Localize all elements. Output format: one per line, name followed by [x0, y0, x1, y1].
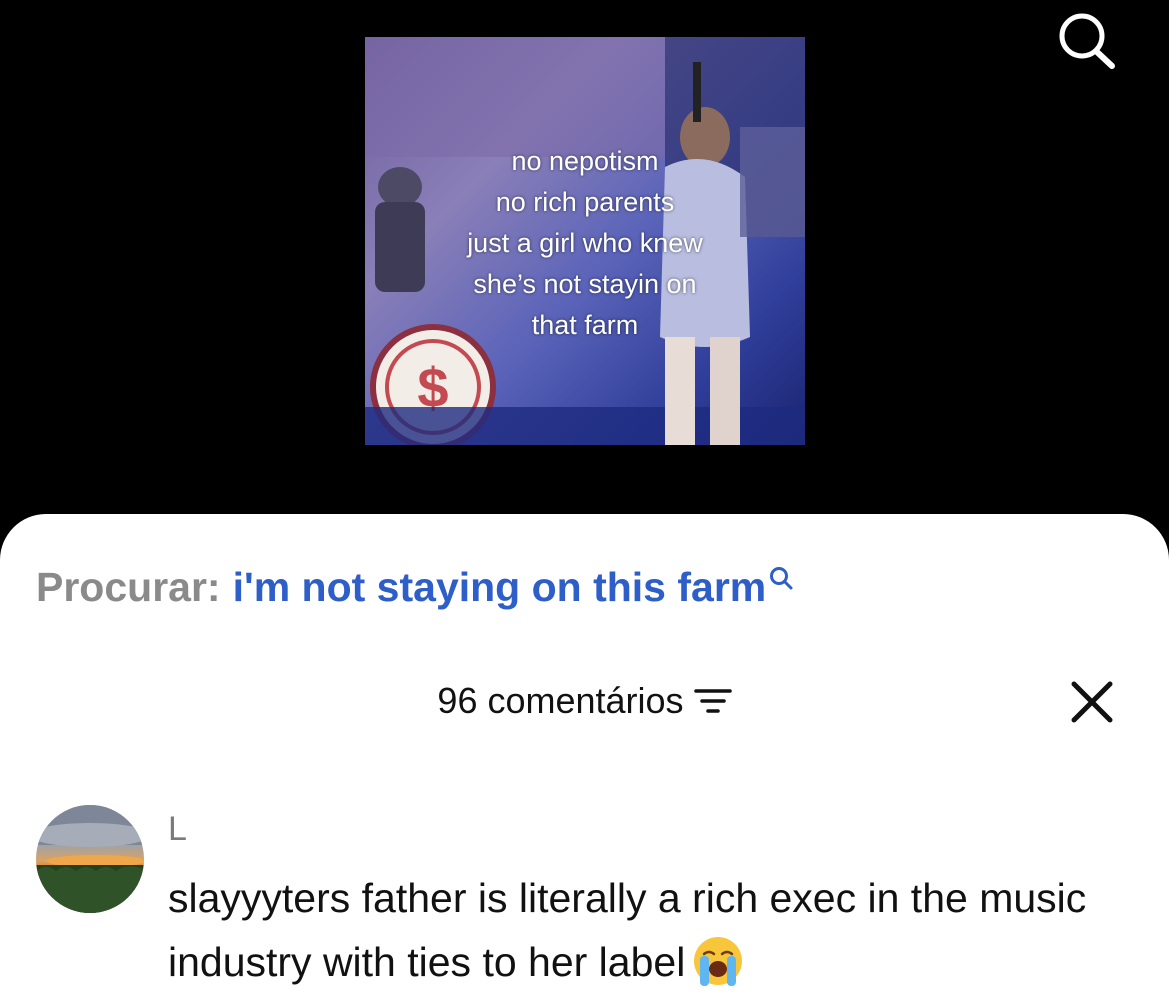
- close-button[interactable]: [1068, 678, 1116, 726]
- comment-text: slayyyters father is literally a rich ex…: [168, 866, 1138, 994]
- screen: $ no nepotism no rich parents just a gir…: [0, 0, 1169, 997]
- comment-item: L slayyyters father is literally a rich …: [0, 800, 1169, 997]
- comments-header: 96 comentários: [0, 676, 1169, 726]
- search-suggestion-label: Procurar:: [36, 563, 221, 610]
- search-suggestion-query[interactable]: i'm not staying on this farm: [233, 564, 767, 611]
- comment-author[interactable]: L: [168, 810, 187, 849]
- avatar-landscape-image: [36, 805, 144, 913]
- comment-text-body: slayyyters father is literally a rich ex…: [168, 875, 1087, 985]
- video-thumbnail[interactable]: $ no nepotism no rich parents just a gir…: [365, 37, 805, 445]
- close-icon: [1071, 681, 1113, 723]
- search-suggestion[interactable]: Procurar: i'm not staying on this farm: [36, 562, 794, 612]
- search-icon: [1059, 13, 1115, 69]
- filter-sort-icon[interactable]: [693, 686, 732, 716]
- video-caption: no nepotism no rich parents just a girl …: [467, 146, 703, 340]
- search-button[interactable]: [1050, 8, 1122, 74]
- avatar[interactable]: [36, 805, 144, 913]
- loudly-crying-face-emoji: [694, 937, 743, 987]
- search-icon: [770, 567, 793, 590]
- comments-count: 96 comentários: [437, 680, 684, 721]
